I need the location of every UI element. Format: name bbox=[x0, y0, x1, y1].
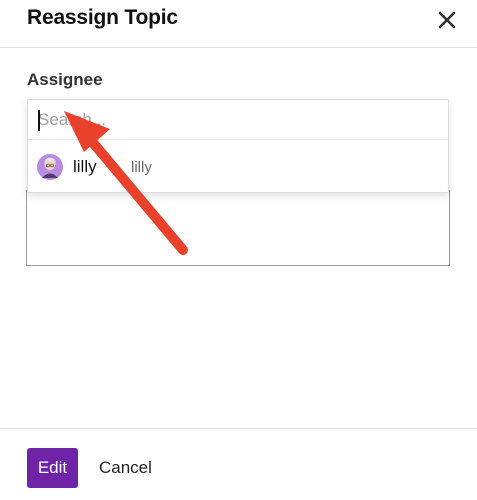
modal-title: Reassign Topic bbox=[27, 6, 178, 29]
assignee-option-lilly[interactable]: lilly lilly bbox=[28, 141, 448, 193]
cancel-button[interactable]: Cancel bbox=[99, 448, 152, 488]
text-cursor bbox=[38, 110, 40, 131]
assignee-search-input[interactable] bbox=[28, 100, 448, 140]
close-icon bbox=[438, 11, 456, 29]
option-name: lilly bbox=[73, 157, 97, 176]
assignee-field-box bbox=[26, 190, 450, 266]
option-username: lilly bbox=[131, 159, 152, 176]
assignee-dropdown: lilly lilly bbox=[27, 99, 449, 193]
assignee-label: Assignee bbox=[27, 70, 103, 89]
modal-header: Reassign Topic bbox=[0, 0, 477, 48]
edit-button[interactable]: Edit bbox=[27, 448, 78, 488]
close-button[interactable] bbox=[436, 9, 458, 31]
user-avatar bbox=[37, 154, 63, 180]
